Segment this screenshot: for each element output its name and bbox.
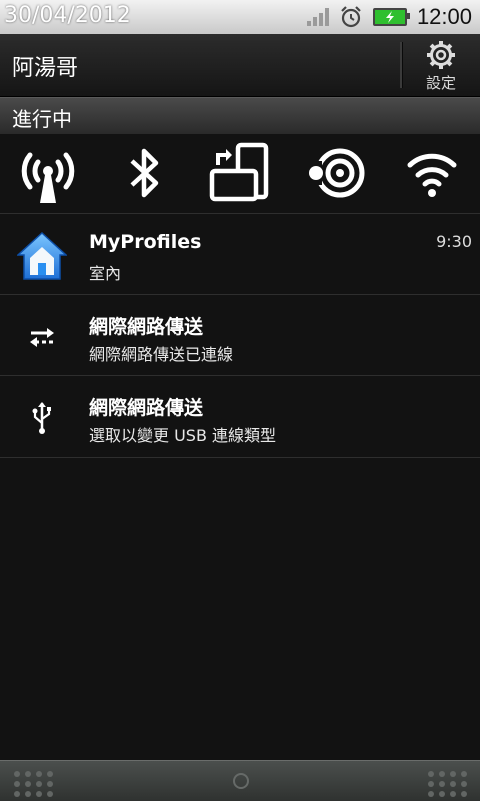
wifi-toggle[interactable] xyxy=(392,135,472,211)
status-bar: 30/04/2012 12:00 xyxy=(0,0,480,34)
notification-subtitle: 網際網路傳送已連線 xyxy=(89,345,234,364)
wifi-icon xyxy=(407,153,457,197)
hotspot-toggle[interactable] xyxy=(296,135,376,211)
grip-left-icon xyxy=(14,771,53,797)
notification-time: 9:30 xyxy=(436,232,472,251)
notification-internet-pass-connected[interactable]: 網際網路傳送 網際網路傳送已連線 xyxy=(0,295,480,375)
settings-label: 設定 xyxy=(425,74,456,92)
signal-icon xyxy=(306,8,329,26)
notification-title: 網際網路傳送 xyxy=(89,316,204,338)
gear-icon xyxy=(427,41,455,69)
notification-subtitle: 室內 xyxy=(89,264,122,283)
status-time: 12:00 xyxy=(416,4,472,29)
battery-charging-icon xyxy=(372,8,410,26)
alarm-icon xyxy=(341,6,361,28)
notification-header: 阿湯哥 設定 xyxy=(0,34,480,97)
notification-usb-connection[interactable]: 網際網路傳送 選取以變更 USB 連線類型 xyxy=(0,376,480,456)
owner-name: 阿湯哥 xyxy=(12,56,79,81)
rotate-icon xyxy=(209,142,269,202)
ongoing-section-title: 進行中 xyxy=(12,107,72,131)
quick-toggles xyxy=(0,134,480,212)
data-transfer-icon xyxy=(14,309,70,365)
notification-title: MyProfiles xyxy=(89,231,202,253)
divider xyxy=(0,457,480,458)
status-icons: 12:00 xyxy=(306,4,472,30)
auto-rotate-toggle[interactable] xyxy=(200,135,280,211)
notification-myprofiles[interactable]: MyProfiles 室內 9:30 xyxy=(0,214,480,294)
shade-drag-handle[interactable] xyxy=(0,760,480,801)
bluetooth-icon xyxy=(130,148,159,198)
usb-icon xyxy=(14,390,70,446)
home-icon xyxy=(14,228,70,284)
ongoing-section-header: 進行中 xyxy=(0,97,480,134)
status-date: 30/04/2012 xyxy=(4,3,131,28)
notification-title: 網際網路傳送 xyxy=(89,397,204,419)
hotspot-icon xyxy=(304,148,365,198)
bluetooth-toggle[interactable] xyxy=(104,135,184,211)
settings-button[interactable]: 設定 xyxy=(402,34,480,96)
grip-right-icon xyxy=(428,771,467,797)
antenna-icon xyxy=(21,152,75,203)
handle-dot-icon xyxy=(233,773,249,789)
mobile-network-toggle[interactable] xyxy=(8,135,88,211)
notification-subtitle: 選取以變更 USB 連線類型 xyxy=(89,426,277,445)
